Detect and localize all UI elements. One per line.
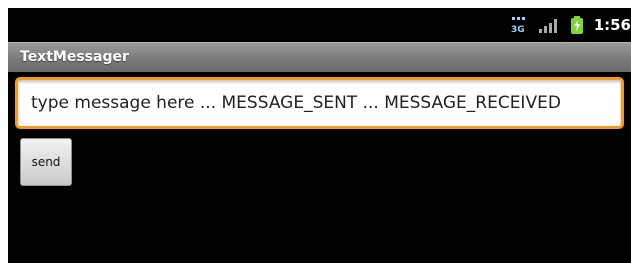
svg-text:3G: 3G [511, 25, 525, 35]
title-bar: TextMessager [8, 42, 631, 72]
status-icons: 3G 1:56 [510, 14, 631, 36]
app-title: TextMessager [20, 49, 129, 65]
message-input-text[interactable]: type message here ... MESSAGE_SENT ... M… [31, 92, 561, 114]
status-time: 1:56 [593, 16, 631, 34]
app-screen: 3G 1:56 TextMessager type message here .… [8, 8, 631, 263]
send-button[interactable]: send [20, 138, 72, 186]
message-input[interactable]: type message here ... MESSAGE_SENT ... M… [15, 77, 624, 129]
send-button-label: send [31, 155, 61, 169]
battery-charging-icon [570, 15, 584, 35]
status-bar: 3G 1:56 [8, 8, 631, 42]
3g-icon: 3G [510, 15, 528, 35]
signal-strength-icon [538, 15, 560, 35]
